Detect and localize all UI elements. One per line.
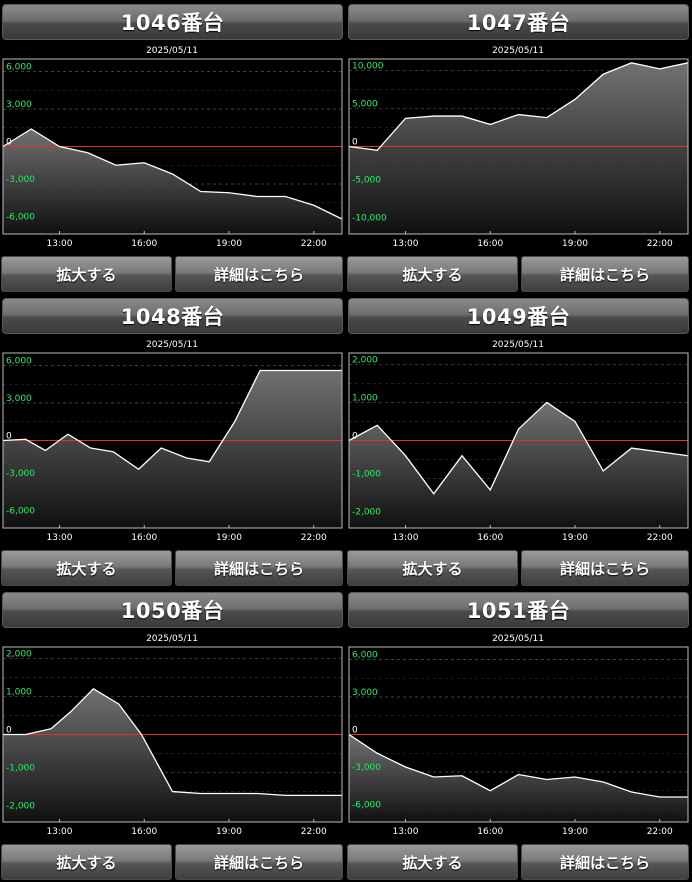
y-tick-label: -6,000 [6, 213, 35, 223]
x-tick-label: 16:00 [477, 239, 503, 249]
y-tick-label: -2,000 [6, 802, 35, 812]
y-tick-label: 6,000 [352, 651, 378, 661]
y-tick-label: -6,000 [352, 801, 381, 811]
zoom-button[interactable]: 拡大する [347, 550, 518, 586]
details-button[interactable]: 詳細はこちら [175, 550, 343, 586]
y-tick-label: 2,000 [352, 355, 378, 365]
slump-graph: 2,000 1,000 0 -1,000 -2,000 13:00 16:00 19:00 22… [2, 646, 343, 837]
slump-graph: 10,000 5,000 0 -5,000 -10,000 13:00 16:00 19:00… [348, 58, 689, 249]
y-tick-label: -10,000 [352, 214, 387, 224]
y-tick-label: -1,000 [6, 764, 35, 774]
y-tick-label: 1,000 [352, 393, 378, 403]
y-tick-label: 0 [6, 432, 12, 442]
details-button[interactable]: 詳細はこちら [521, 256, 689, 292]
chart-date: 2025/05/11 [492, 46, 544, 56]
x-tick-label: 22:00 [301, 827, 327, 837]
slump-graph: 6,000 3,000 0 -3,000 -6,000 13:00 16:00 19:00 22… [348, 646, 689, 837]
slump-graph: 6,000 3,000 0 -3,000 -6,000 13:00 16:00 19:00 22… [2, 352, 343, 543]
x-tick-label: 22:00 [301, 533, 327, 543]
x-tick-label: 13:00 [393, 239, 419, 249]
machine-title: 1049番台 [348, 298, 689, 334]
x-tick-label: 13:00 [393, 827, 419, 837]
machine-panel: 1047番台 2025/05/11 10,000 5,000 0 -5,000 -10,00… [346, 0, 690, 292]
chart-date: 2025/05/11 [492, 340, 544, 350]
x-tick-label: 22:00 [647, 239, 673, 249]
y-tick-label: 0 [352, 138, 358, 148]
machine-panel: 1050番台 2025/05/11 2,000 1,000 0 -1,000 -2,000 1… [0, 588, 344, 880]
details-button[interactable]: 詳細はこちら [175, 844, 343, 880]
machine-title: 1047番台 [348, 4, 689, 40]
chart-date: 2025/05/11 [146, 46, 198, 56]
y-tick-label: 5,000 [352, 99, 378, 109]
x-tick-label: 16:00 [131, 827, 157, 837]
slump-graph: 6,000 3,000 0 -3,000 -6,000 13:00 16:00 19:00 22… [2, 58, 343, 249]
y-tick-label: 0 [6, 726, 12, 736]
x-tick-label: 16:00 [477, 533, 503, 543]
x-tick-label: 19:00 [216, 533, 242, 543]
details-button[interactable]: 詳細はこちら [521, 844, 689, 880]
y-tick-label: 0 [6, 138, 12, 148]
x-tick-label: 19:00 [562, 533, 588, 543]
x-tick-label: 13:00 [47, 239, 73, 249]
x-tick-label: 22:00 [301, 239, 327, 249]
y-tick-label: 3,000 [6, 100, 32, 110]
y-tick-label: 3,000 [6, 394, 32, 404]
machine-title: 1051番台 [348, 592, 689, 628]
y-tick-label: -2,000 [352, 508, 381, 518]
y-tick-label: -5,000 [352, 176, 381, 186]
machine-title: 1046番台 [2, 4, 343, 40]
chart-date: 2025/05/11 [492, 634, 544, 644]
machine-title: 1050番台 [2, 592, 343, 628]
y-tick-label: 6,000 [6, 63, 32, 73]
chart-date: 2025/05/11 [146, 340, 198, 350]
y-tick-label: -3,000 [6, 175, 35, 185]
x-tick-label: 16:00 [131, 239, 157, 249]
y-tick-label: -3,000 [352, 763, 381, 773]
zoom-button[interactable]: 拡大する [1, 256, 172, 292]
y-tick-label: -1,000 [352, 470, 381, 480]
machine-panel: 1051番台 2025/05/11 6,000 3,000 0 -3,000 -6,000 1… [346, 588, 690, 880]
y-tick-label: 0 [352, 432, 358, 442]
zoom-button[interactable]: 拡大する [347, 844, 518, 880]
y-tick-label: 10,000 [352, 61, 384, 71]
x-tick-label: 19:00 [562, 827, 588, 837]
x-tick-label: 22:00 [647, 827, 673, 837]
x-tick-label: 13:00 [47, 533, 73, 543]
x-tick-label: 19:00 [562, 239, 588, 249]
y-tick-label: 0 [352, 726, 358, 736]
y-tick-label: 1,000 [6, 687, 32, 697]
machine-panel: 1048番台 2025/05/11 6,000 3,000 0 -3,000 -6,000 1… [0, 294, 344, 586]
x-tick-label: 13:00 [393, 533, 419, 543]
x-tick-label: 16:00 [131, 533, 157, 543]
x-tick-label: 19:00 [216, 827, 242, 837]
x-tick-label: 19:00 [216, 239, 242, 249]
x-tick-label: 13:00 [47, 827, 73, 837]
details-button[interactable]: 詳細はこちら [521, 550, 689, 586]
graph-grid: 1046番台 2025/05/11 6,000 3,000 0 -3,000 -6,000 1… [0, 0, 692, 882]
zoom-button[interactable]: 拡大する [1, 844, 172, 880]
y-tick-label: 2,000 [6, 649, 32, 659]
machine-panel: 1049番台 2025/05/11 2,000 1,000 0 -1,000 -2,000 1… [346, 294, 690, 586]
x-tick-label: 16:00 [477, 827, 503, 837]
details-button[interactable]: 詳細はこちら [175, 256, 343, 292]
chart-date: 2025/05/11 [146, 634, 198, 644]
y-tick-label: 6,000 [6, 357, 32, 367]
y-tick-label: -3,000 [6, 469, 35, 479]
x-tick-label: 22:00 [647, 533, 673, 543]
machine-title: 1048番台 [2, 298, 343, 334]
y-tick-label: 3,000 [352, 688, 378, 698]
slump-graph: 2,000 1,000 0 -1,000 -2,000 13:00 16:00 19:00 22… [348, 352, 689, 543]
zoom-button[interactable]: 拡大する [347, 256, 518, 292]
y-tick-label: -6,000 [6, 507, 35, 517]
zoom-button[interactable]: 拡大する [1, 550, 172, 586]
machine-panel: 1046番台 2025/05/11 6,000 3,000 0 -3,000 -6,000 1… [0, 0, 344, 292]
